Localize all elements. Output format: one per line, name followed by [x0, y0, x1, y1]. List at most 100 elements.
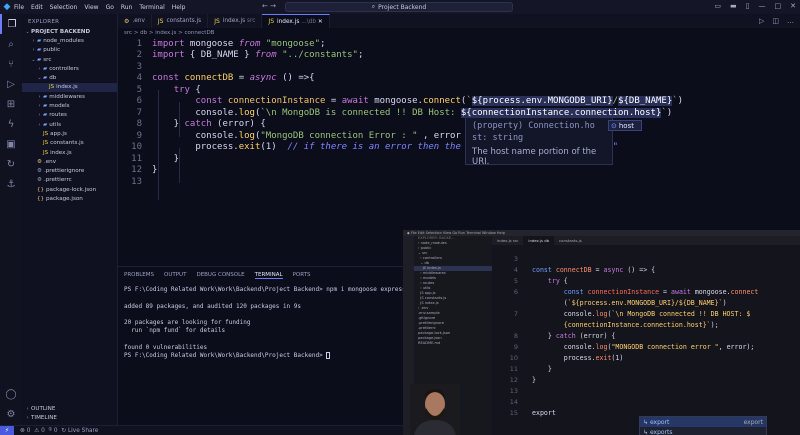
settings-gear-icon[interactable]: ⚙	[0, 404, 22, 424]
tree-item[interactable]: › ▰ middlewares	[22, 92, 117, 101]
line-number: 7	[136, 107, 142, 118]
line-number: 4	[136, 73, 142, 84]
tree-item[interactable]: JS constants.js	[22, 139, 117, 148]
minimize-icon[interactable]: —	[759, 2, 766, 10]
tree-item[interactable]: {} package.json	[22, 194, 117, 203]
tab-env[interactable]: ⚙ .env	[118, 14, 152, 28]
menu-help[interactable]: Help	[172, 4, 186, 11]
menu-file[interactable]: File	[14, 4, 24, 11]
warning-count[interactable]: 0	[41, 428, 45, 434]
tree-item[interactable]: ⚙ .prettierrc	[22, 176, 117, 185]
remote-explorer-icon[interactable]: ▣	[0, 134, 22, 154]
tab-terminal[interactable]: TERMINAL	[254, 272, 283, 279]
presenter-webcam-image	[410, 384, 460, 435]
run-icon[interactable]: ▷	[759, 17, 764, 25]
tree-item[interactable]: › ▰ public	[22, 46, 117, 55]
menu-terminal[interactable]: Terminal	[139, 4, 164, 11]
close-tab-icon[interactable]: ✕	[318, 19, 323, 25]
menu-run[interactable]: Run	[121, 4, 133, 11]
forward-arrow-icon[interactable]: →	[270, 2, 276, 10]
extensions-icon[interactable]: ⊞	[0, 94, 22, 114]
tree-item[interactable]: {} package-lock.json	[22, 185, 117, 194]
chevron-right-icon: ›	[38, 112, 41, 119]
maximize-icon[interactable]: □	[775, 2, 782, 10]
tree-item[interactable]: › ▰ routes	[22, 111, 117, 120]
code-line: try {	[173, 84, 201, 95]
breadcrumb[interactable]: src > db > index.js > connectDB	[118, 28, 214, 38]
run-debug-icon[interactable]: ▷	[0, 74, 22, 94]
line-number: 2	[136, 50, 142, 61]
close-icon[interactable]: ✕	[790, 2, 796, 10]
thunder-client-icon[interactable]: ϟ	[0, 114, 22, 134]
tree-item[interactable]: › ▰ models	[22, 101, 117, 110]
tree-item[interactable]: › ▰ utils	[22, 120, 117, 129]
activity-bar: ❐ ⌕ ⑂ ▷ ⊞ ϟ ▣ ↻ ⚓ ◯ ⚙	[0, 14, 22, 425]
search-icon[interactable]: ⌕	[0, 34, 22, 54]
tab-debug-console[interactable]: DEBUG CONSOLE	[196, 272, 244, 279]
live-share-icon[interactable]: ↻	[0, 154, 22, 174]
tree-item-label: middlewares	[49, 93, 85, 100]
menu-view[interactable]: View	[84, 4, 98, 11]
remote-indicator-icon[interactable]: ⚡	[0, 425, 14, 435]
tree-item[interactable]: › ▰ controllers	[22, 64, 117, 73]
json-file-icon: {}	[37, 195, 44, 202]
tree-item-label: .prettierrc	[43, 177, 72, 184]
env-file-icon: ⚙	[37, 158, 42, 165]
line-number: 13	[131, 176, 142, 187]
editor-tabs: ⚙ .env JS constants.js JS index.js src J…	[118, 14, 800, 28]
folder-icon: ▰	[43, 103, 48, 110]
sidebar-toggle-icon[interactable]: ▯	[746, 2, 750, 10]
search-label: Project Backend	[378, 3, 427, 11]
tree-item[interactable]: ⚙ .env	[22, 157, 117, 166]
chevron-right-icon: ›	[38, 65, 41, 72]
error-count[interactable]: 0	[27, 428, 31, 434]
tree-item[interactable]: ⌄ ▰ db	[22, 73, 117, 82]
folder-icon: ▰	[37, 47, 42, 54]
tab-constants-js[interactable]: JS constants.js	[152, 14, 209, 28]
split-editor-icon[interactable]: ◫	[772, 17, 779, 25]
panel-toggle-icon[interactable]: ▬	[730, 2, 737, 10]
menu-selection[interactable]: Selection	[50, 4, 78, 11]
menu-go[interactable]: Go	[106, 4, 114, 11]
tree-item[interactable]: ⌄ ▰ src	[22, 55, 117, 64]
project-root[interactable]: ⌄ PROJECT BACKEND	[22, 27, 117, 36]
ports-count[interactable]: 0	[54, 428, 58, 434]
tree-item[interactable]: JS index.js	[22, 82, 117, 93]
account-icon[interactable]: ◯	[0, 384, 22, 404]
back-arrow-icon[interactable]: ←	[262, 2, 268, 10]
more-actions-icon[interactable]: …	[787, 17, 794, 25]
docker-icon[interactable]: ⚓	[0, 174, 22, 194]
tree-item-label: utils	[49, 121, 61, 128]
tree-item[interactable]: JS app.js	[22, 129, 117, 138]
live-share-status[interactable]: ↻ Live Share	[61, 428, 98, 434]
editor-actions: ▷ ◫ …	[759, 17, 794, 25]
line-number: 5	[136, 84, 142, 95]
layout-icon[interactable]: ▭	[714, 2, 721, 10]
live-share-icon: ↻	[61, 427, 67, 434]
tree-item[interactable]: › ▰ node_modules	[22, 36, 117, 45]
source-control-icon[interactable]: ⑂	[0, 54, 22, 74]
tree-item-label: constants.js	[50, 140, 84, 147]
tree-item[interactable]: JS index.js	[22, 148, 117, 157]
js-file-icon: JS	[157, 17, 164, 25]
json-file-icon: {}	[37, 186, 44, 193]
tab-index-js-db[interactable]: JS index.js ...\db ✕	[262, 14, 330, 28]
tree-item[interactable]: ⚙ .prettierignore	[22, 166, 117, 175]
timeline-section[interactable]: › TIMELINE	[22, 414, 118, 423]
chevron-right-icon: ›	[38, 103, 41, 110]
tab-output[interactable]: OUTPUT	[164, 272, 186, 279]
explorer-icon[interactable]: ❐	[0, 14, 22, 34]
tab-index-js-src[interactable]: JS index.js src	[208, 14, 263, 28]
hover-signature-line2: st: string	[472, 133, 524, 143]
outline-section[interactable]: › OUTLINE	[22, 404, 118, 413]
command-center-search[interactable]: ⌕ Project Backend	[285, 2, 513, 12]
vscode-logo-icon: ◆	[3, 2, 11, 12]
menu-edit[interactable]: Edit	[31, 4, 43, 11]
folder-icon: ▰	[43, 65, 48, 72]
folder-icon: ▰	[43, 75, 48, 82]
tab-problems[interactable]: PROBLEMS	[124, 272, 154, 279]
tree-item-label: db	[49, 75, 57, 82]
file-tree: › ▰ node_modules › ▰ public ⌄ ▰ src › ▰ controllers…	[22, 36, 117, 203]
tab-ports[interactable]: PORTS	[293, 272, 311, 279]
suggestion-widget[interactable]: ⊙ host	[608, 120, 642, 131]
